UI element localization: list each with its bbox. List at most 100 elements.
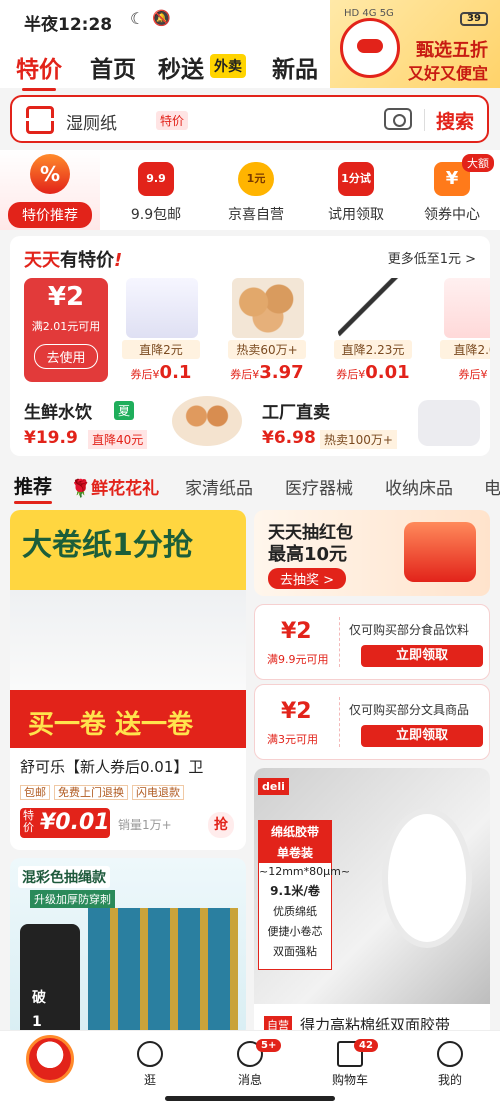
rec-tab-medical[interactable]: 医疗器械 <box>285 474 353 499</box>
search-bar[interactable]: 湿厕纸 特价 搜索 <box>10 95 489 143</box>
deals-title[interactable]: 天天有特价! <box>24 246 122 272</box>
moon-icon: ☾ <box>130 9 145 28</box>
rec-tab-flowers[interactable]: 🌹鲜花花礼 <box>70 474 159 499</box>
browse-icon <box>137 1041 163 1067</box>
category-coupons[interactable]: ¥ 大额 领券中心 <box>404 150 500 230</box>
scan-icon[interactable] <box>24 106 56 134</box>
nav-me[interactable]: 我的 <box>410 1037 490 1088</box>
fresh-title[interactable]: 生鲜水饮 <box>24 398 92 423</box>
product-image[interactable] <box>418 400 480 446</box>
divider <box>339 697 340 747</box>
rec-tab-storage[interactable]: 收纳床品 <box>385 474 453 499</box>
rec-tab-paper[interactable]: 家清纸品 <box>185 474 253 499</box>
camera-icon[interactable] <box>384 108 412 130</box>
deal-after-price: 券后¥0.01 <box>336 362 410 383</box>
deal-pill: 直降2.0 <box>440 340 490 359</box>
deal-after-price: 券后¥ <box>458 368 488 381</box>
promo-line-1: 甄选五折 <box>416 40 488 61</box>
fresh-sub: 直降40元 <box>88 430 148 449</box>
category-label: 试用领取 <box>328 207 384 223</box>
tab-tejia[interactable]: 特价 <box>16 50 62 91</box>
gift-trial-icon: 1分试 <box>338 162 374 196</box>
tab-miaosong[interactable]: 秒送 <box>158 50 204 84</box>
category-label: 京喜自营 <box>228 207 284 223</box>
fresh-tag: 夏 <box>114 401 135 420</box>
deal-item[interactable]: 直降2.0 券后¥ <box>436 278 490 408</box>
category-9-9[interactable]: 9.9 9.9包邮 <box>108 150 204 230</box>
waimai-badge: 外卖 <box>210 54 246 78</box>
divider <box>424 109 425 131</box>
category-trial[interactable]: 1分试 试用领取 <box>308 150 404 230</box>
tissue-image <box>126 278 198 338</box>
product-card-garbage-bags[interactable]: 破1只 赔1卷 混彩色抽绳款 升级加厚防穿刺 <box>10 858 246 1038</box>
fresh-price: ¥19.9 <box>24 428 78 448</box>
brand-logo: deli <box>258 778 289 795</box>
factory-price: ¥6.98 <box>262 428 316 448</box>
deals-more-link[interactable]: 更多低至1元 > <box>388 248 476 267</box>
recommend-tabs: 推荐 🌹鲜花花礼 家清纸品 医疗器械 收纳床品 电 <box>0 468 500 504</box>
rec-tab-recommend[interactable]: 推荐 <box>14 472 53 504</box>
category-label: 9.9包邮 <box>130 207 182 223</box>
deal-item[interactable]: 热卖60万+ 券后¥3.97 <box>224 278 310 408</box>
coupon-amount: ¥2 <box>281 699 312 724</box>
claim-button[interactable]: 立即领取 <box>361 645 483 667</box>
grab-button[interactable]: 抢 <box>208 812 234 838</box>
nav-browse[interactable]: 逛 <box>110 1037 190 1088</box>
tape-image: deli 绵纸胶带 单卷装 ~12mm*80μm~ 9.1米/卷 优质绵纸 便捷… <box>254 768 490 1004</box>
draw-button[interactable]: 去抽奖 > <box>268 568 347 589</box>
coupon-amount: ¥2 <box>47 282 85 312</box>
deal-item[interactable]: 直降2元 券后¥0.1 <box>118 278 204 408</box>
category-label: 特价推荐 <box>8 202 92 228</box>
nav-label: 购物车 <box>331 1073 368 1087</box>
use-coupon-button[interactable]: 去使用 <box>34 344 98 369</box>
coupon-desc: 仅可购买部分食品饮料 <box>349 623 470 637</box>
category-jingxi[interactable]: 1元 京喜自营 <box>208 150 304 230</box>
deal-after-price: 券后¥0.1 <box>130 362 192 383</box>
tab-home[interactable]: 首页 <box>90 50 136 84</box>
factory-title[interactable]: 工厂直卖 <box>262 398 330 423</box>
eggs-basket-image[interactable] <box>172 396 242 446</box>
nav-cart[interactable]: 42 购物车 <box>310 1037 390 1088</box>
bell-off-icon: 🔕 <box>152 9 171 27</box>
category-label: 领券中心 <box>424 207 480 223</box>
home-indicator <box>165 1096 335 1101</box>
cart-badge: 42 <box>354 1039 378 1052</box>
nav-home[interactable] <box>10 1035 90 1083</box>
claim-button[interactable]: 立即领取 <box>361 725 483 747</box>
toilet-paper-image: 大卷纸1分抢 买一卷 送一卷 <box>10 510 246 748</box>
garbage-bag-rolls-image <box>88 908 238 1038</box>
deal-pill: 直降2.23元 <box>334 340 412 359</box>
deal-coupon[interactable]: ¥2 满2.01元可用 去使用 <box>24 278 108 382</box>
product-banner-title: 混彩色抽绳款 <box>18 866 110 888</box>
search-button[interactable]: 搜索 <box>436 107 474 134</box>
banner-bottom-text: 买一卷 送一卷 <box>28 710 194 740</box>
product-card-tape[interactable]: deli 绵纸胶带 单卷装 ~12mm*80μm~ 9.1米/卷 优质绵纸 便捷… <box>254 768 490 1038</box>
tape-roll-graphic <box>382 808 472 948</box>
coupon-condition: 满3元可用 <box>267 733 318 746</box>
coupon-card-stationery[interactable]: ¥2 满3元可用 仅可购买部分文具商品 立即领取 <box>254 684 490 760</box>
top-nav: 特价 首页 秒送 外卖 新品 <box>0 44 330 91</box>
nav-label: 我的 <box>437 1073 462 1087</box>
deal-item[interactable]: 直降2.23元 券后¥0.01 <box>330 278 416 408</box>
price-label: 特价 <box>23 809 34 834</box>
product-card-toilet-paper[interactable]: 大卷纸1分抢 买一卷 送一卷 舒可乐【新人券后0.01】卫 包邮 免费上门退换 闪电… <box>10 510 246 850</box>
mascot-icon <box>340 18 400 78</box>
scissors-image <box>338 278 410 338</box>
coupon-card-food[interactable]: ¥2 满9.9元可用 仅可购买部分食品饮料 立即领取 <box>254 604 490 680</box>
deal-pill: 热卖60万+ <box>228 340 306 359</box>
search-input[interactable]: 湿厕纸 <box>66 109 117 134</box>
rec-tab-more[interactable]: 电 <box>484 474 500 499</box>
red-packet-card[interactable]: 天天抽红包 最高10元 去抽奖 > <box>254 510 490 596</box>
coupon-amount: ¥2 <box>281 619 312 644</box>
joy-mascot-icon <box>26 1035 74 1083</box>
daily-deals-panel: 天天有特价! 更多低至1元 > ¥2 满2.01元可用 去使用 直降2元 券后¥… <box>10 236 490 456</box>
coupon-condition: 满2.01元可用 <box>31 320 101 333</box>
promo-banner[interactable]: 甄选五折 又好又便宜 HD 4G 5G 39 <box>330 0 500 88</box>
person-icon <box>437 1041 463 1067</box>
nav-messages[interactable]: 5+ 消息 <box>210 1037 290 1088</box>
promo-line-2: 又好又便宜 <box>407 64 488 83</box>
signal-text: HD 4G 5G <box>344 8 394 19</box>
category-tejia-tuijian[interactable]: % 特价推荐 <box>0 150 100 230</box>
big-badge: 大额 <box>462 154 494 172</box>
tab-new[interactable]: 新品 <box>272 50 318 84</box>
